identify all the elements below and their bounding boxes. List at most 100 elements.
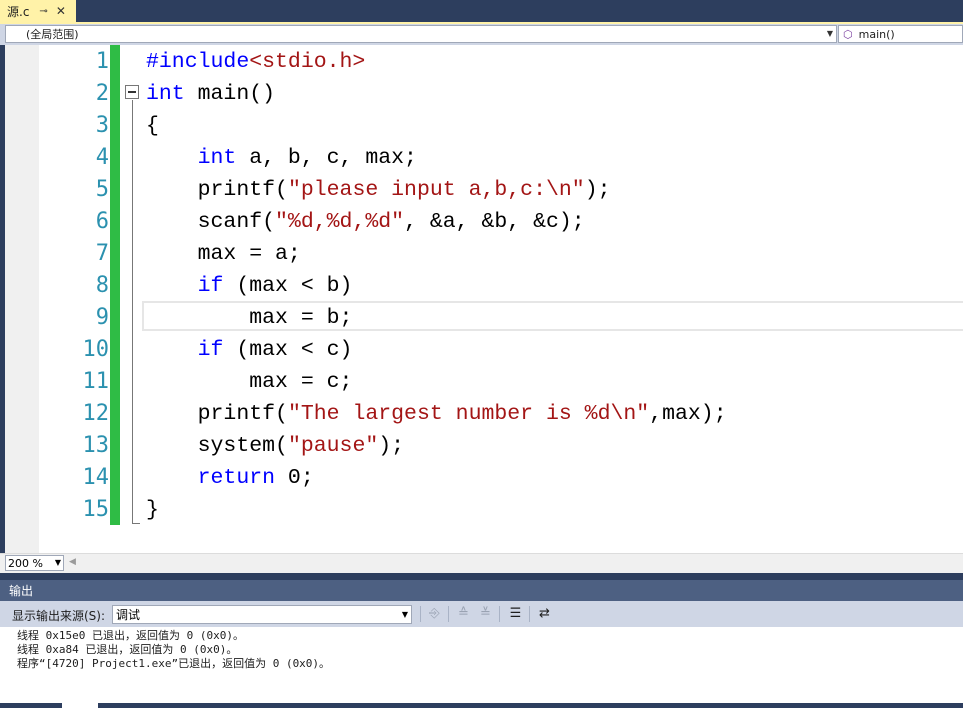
code-line[interactable]: if (max < c): [146, 334, 353, 366]
function-cube-icon: ⬡: [843, 27, 853, 41]
output-text[interactable]: 线程 0x15e0 已退出，返回值为 0 (0x0)。 线程 0xa84 已退出…: [0, 627, 963, 703]
code-line[interactable]: max = a;: [146, 238, 301, 270]
output-toolbar: 显示输出来源(S): 调试 ▼ ⎆ ≙ ≚ ☰ ⇄: [0, 601, 963, 627]
code-line[interactable]: int a, b, c, max;: [146, 142, 417, 174]
code-token: (max < b): [223, 274, 353, 298]
code-line[interactable]: {: [146, 110, 159, 142]
line-number: 2: [95, 81, 109, 106]
dropdown-arrow-icon[interactable]: ▼: [402, 610, 408, 619]
keyword-token: int: [197, 146, 237, 170]
code-token: {: [146, 114, 159, 138]
document-tab-strip: 源.c ⊸ ✕: [0, 0, 963, 22]
output-line: 程序“[4720] Project1.exe”已退出，返回值为 0 (0x0)。: [17, 657, 331, 670]
code-token: scanf(: [146, 210, 276, 234]
pin-icon[interactable]: ⊸: [39, 6, 47, 17]
string-token: "pause": [287, 434, 379, 458]
code-editor[interactable]: 1 2 3 4 5 6 7 8 9 10 11 12 13 14 15 #include<stdio.h> i…: [5, 45, 963, 553]
function-value: main(): [858, 27, 895, 41]
keyword-token: return: [197, 466, 276, 490]
code-token: );: [378, 434, 405, 458]
zoom-dropdown[interactable]: 200 % ▼: [5, 555, 64, 571]
clear-all-icon[interactable]: ☰: [507, 606, 524, 622]
keyword-token: int: [146, 82, 185, 106]
line-number: 8: [95, 273, 109, 298]
tab-title: 源.c: [7, 4, 30, 19]
code-token: main(): [184, 82, 276, 106]
zoom-value: 200 %: [8, 556, 43, 570]
line-number: 15: [82, 497, 110, 522]
toolbar-separator: [529, 606, 530, 622]
output-title: 输出: [9, 584, 34, 598]
line-number: 14: [82, 465, 110, 490]
code-line[interactable]: max = b;: [146, 302, 352, 334]
code-token: system(: [146, 434, 288, 458]
bottom-tab-strip: [0, 703, 963, 708]
word-wrap-icon[interactable]: ⇄: [536, 606, 553, 622]
keyword-token: if: [197, 274, 224, 298]
collapse-toggle-icon[interactable]: [125, 85, 139, 99]
close-icon[interactable]: ✕: [56, 4, 66, 18]
next-message-icon[interactable]: ≚: [477, 606, 494, 622]
fold-guide: [132, 100, 133, 523]
code-line[interactable]: scanf("%d,%d,%d", &a, &b, &c);: [146, 206, 585, 238]
code-token: ,max);: [649, 402, 727, 426]
fold-guide-end: [132, 523, 140, 524]
code-token: 0;: [275, 466, 314, 490]
code-token: a, b, c, max;: [236, 146, 417, 170]
code-line[interactable]: max = c;: [146, 366, 352, 398]
code-line[interactable]: printf("please input a,b,c:\n");: [146, 174, 611, 206]
code-token: }: [146, 498, 159, 522]
line-number: 13: [82, 433, 110, 458]
goto-source-icon[interactable]: ⎆: [426, 606, 443, 622]
function-dropdown[interactable]: ⬡ main(): [838, 25, 963, 43]
code-line[interactable]: printf("The largest number is %d\n",max)…: [146, 398, 727, 430]
line-number: 4: [95, 145, 109, 170]
line-number: 1: [95, 49, 109, 74]
toolbar-separator: [420, 606, 421, 622]
output-source-dropdown[interactable]: 调试 ▼: [112, 605, 412, 624]
line-number: 12: [82, 401, 110, 426]
code-line[interactable]: #include<stdio.h>: [146, 46, 365, 78]
code-token: printf(: [146, 402, 288, 426]
code-token: (max < c): [223, 338, 353, 362]
line-number: 10: [82, 337, 110, 362]
line-number: 11: [82, 369, 110, 394]
code-line[interactable]: if (max < b): [146, 270, 353, 302]
scope-value: (全局范围): [26, 28, 79, 41]
keyword-token: if: [197, 338, 224, 362]
navigation-bar: (全局范围) ▼ ⬡ main(): [0, 24, 963, 45]
code-token: max = b;: [146, 306, 353, 330]
code-token: );: [584, 178, 611, 202]
scroll-left-icon[interactable]: ◀: [69, 557, 76, 567]
line-number: 6: [95, 209, 109, 234]
toolbar-separator: [499, 606, 500, 622]
string-token: "%d,%d,%d": [275, 210, 405, 234]
output-source-label: 显示输出来源(S):: [12, 609, 106, 623]
previous-message-icon[interactable]: ≙: [455, 606, 472, 622]
string-token: "please input a,b,c:\n": [287, 178, 585, 202]
change-tracking-bar: [110, 45, 120, 525]
scope-dropdown[interactable]: (全局范围) ▼: [5, 25, 837, 43]
string-token: "The largest number is %d\n": [287, 402, 650, 426]
dropdown-arrow-icon[interactable]: ▼: [55, 558, 61, 567]
code-line[interactable]: }: [146, 494, 159, 526]
code-line[interactable]: system("pause");: [146, 430, 404, 462]
toolbar-separator: [448, 606, 449, 622]
code-token: printf(: [146, 178, 288, 202]
editor-margin: [5, 45, 39, 553]
line-number: 9: [95, 305, 109, 330]
code-token: max = c;: [146, 370, 353, 394]
code-token: , &a, &b, &c);: [404, 210, 585, 234]
dropdown-arrow-icon[interactable]: ▼: [827, 29, 833, 38]
code-line[interactable]: int main(): [146, 78, 275, 110]
bottom-tab[interactable]: [62, 703, 98, 708]
line-number: 3: [95, 113, 109, 138]
zoom-bar: 200 % ▼ ◀: [0, 553, 963, 573]
string-token: <stdio.h>: [249, 50, 366, 74]
code-line[interactable]: return 0;: [146, 462, 314, 494]
document-tab[interactable]: 源.c ⊸ ✕: [0, 0, 76, 22]
